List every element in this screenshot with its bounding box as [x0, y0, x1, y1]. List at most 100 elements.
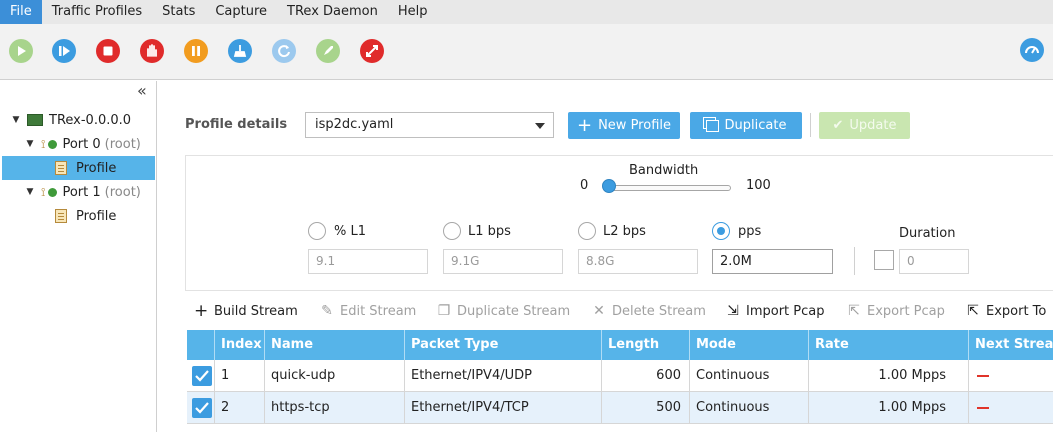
- tree-item-port0-profile[interactable]: Profile: [2, 156, 155, 180]
- delete-stream-button[interactable]: ✕ Delete Stream: [592, 299, 706, 323]
- cell-name: https-tcp: [265, 392, 405, 424]
- table-header: Index Name Packet Type Length Mode Rate …: [187, 330, 1053, 360]
- column-header-name[interactable]: Name: [265, 330, 405, 360]
- menu-capture[interactable]: Capture: [205, 0, 277, 24]
- reconnect-icon: [272, 39, 296, 63]
- column-header-packet-type[interactable]: Packet Type: [405, 330, 602, 360]
- cell-rate: 1.00 Mpps: [809, 360, 969, 392]
- edit-stream-button[interactable]: ✎ Edit Stream: [320, 299, 416, 323]
- dashboard-button[interactable]: [1020, 38, 1044, 62]
- menu-file[interactable]: File: [0, 0, 42, 24]
- column-header-next-stream[interactable]: Next Strea: [969, 330, 1053, 360]
- update-button[interactable]: ✔ Update: [819, 112, 910, 139]
- tree-item-port1[interactable]: ▼ ⟟ Port 1 (root): [0, 180, 155, 204]
- radio-l2-bps-label: L2 bps: [603, 224, 646, 239]
- stop-icon: [96, 39, 120, 63]
- cell-packet-type: Ethernet/IPV4/UDP: [405, 360, 602, 392]
- tree-item-port1-profile[interactable]: Profile: [0, 204, 155, 228]
- launch-button[interactable]: [316, 39, 340, 63]
- duration-label: Duration: [899, 226, 956, 241]
- expand-triangle-icon[interactable]: ▼: [25, 187, 35, 197]
- menu-bar: File Traffic Profiles Stats Capture TRex…: [0, 0, 1053, 24]
- duration-field[interactable]: 0: [899, 249, 969, 274]
- clear-button[interactable]: [228, 39, 252, 63]
- l1-percent-field[interactable]: 9.1: [308, 249, 428, 274]
- column-header-rate[interactable]: Rate: [809, 330, 969, 360]
- pause-icon: [184, 39, 208, 63]
- column-header-mode[interactable]: Mode: [690, 330, 809, 360]
- toolbar: [0, 24, 1053, 80]
- menu-help[interactable]: Help: [388, 0, 438, 24]
- collapse-panel-icon[interactable]: «: [137, 83, 153, 100]
- profile-icon: [55, 161, 67, 175]
- radio-l2-bps[interactable]: [578, 222, 596, 240]
- tree-item-trex[interactable]: ▼ TRex-0.0.0.0: [0, 108, 155, 132]
- export-pcap-button[interactable]: ⇱ Export Pcap: [847, 299, 945, 323]
- export-to-button[interactable]: ⇱ Export To: [966, 299, 1046, 323]
- radio-pps[interactable]: [712, 222, 730, 240]
- table-row[interactable]: 2 https-tcp Ethernet/IPV4/TCP 500 Contin…: [187, 392, 1053, 424]
- column-header-select: [187, 330, 215, 360]
- row-select-cell[interactable]: [187, 392, 215, 424]
- menu-traffic-profiles[interactable]: Traffic Profiles: [42, 0, 152, 24]
- duplicate-stream-button[interactable]: ❐ Duplicate Stream: [437, 299, 570, 323]
- duplicate-button[interactable]: Duplicate: [690, 112, 802, 139]
- new-profile-button[interactable]: + New Profile: [568, 112, 680, 139]
- plus-icon: +: [194, 301, 209, 321]
- bandwidth-slider[interactable]: [603, 185, 731, 191]
- expand-triangle-icon[interactable]: ▼: [11, 115, 21, 125]
- tree-item-label: Profile: [76, 208, 117, 224]
- column-header-index[interactable]: Index: [215, 330, 265, 360]
- table-row[interactable]: 1 quick-udp Ethernet/IPV4/UDP 600 Contin…: [187, 360, 1053, 392]
- cell-index: 1: [215, 360, 265, 392]
- disconnect-icon: [360, 39, 384, 63]
- row-checkbox[interactable]: [192, 366, 212, 386]
- export-icon: ⇱: [848, 303, 860, 319]
- step-button[interactable]: [52, 39, 76, 63]
- build-stream-label: Build Stream: [214, 303, 298, 319]
- menu-stats[interactable]: Stats: [152, 0, 205, 24]
- bandwidth-max: 100: [746, 178, 771, 193]
- row-select-cell[interactable]: [187, 360, 215, 392]
- force-stop-button[interactable]: [140, 39, 164, 63]
- menu-trex-daemon[interactable]: TRex Daemon: [277, 0, 388, 24]
- settings-separator: [854, 247, 855, 275]
- tree-item-port0[interactable]: ▼ ⟟ Port 0 (root): [0, 132, 155, 156]
- status-dot-icon: [48, 139, 58, 149]
- step-icon: [52, 39, 76, 63]
- l2-bps-field[interactable]: 8.8G: [578, 249, 698, 274]
- expand-triangle-icon[interactable]: ▼: [25, 139, 35, 149]
- stop-button[interactable]: [96, 39, 120, 63]
- row-checkbox[interactable]: [192, 398, 212, 418]
- tree-item-suffix: (root): [104, 136, 141, 152]
- tree-item-label: TRex-0.0.0.0: [49, 112, 132, 128]
- profile-panel: Profile details isp2dc.yaml + New Profil…: [163, 81, 1053, 432]
- column-header-length[interactable]: Length: [602, 330, 690, 360]
- edit-stream-label: Edit Stream: [340, 303, 417, 319]
- import-pcap-button[interactable]: ⇲ Import Pcap: [726, 299, 824, 323]
- bandwidth-min: 0: [580, 178, 589, 193]
- minus-icon: [977, 374, 989, 377]
- build-stream-button[interactable]: + Build Stream: [194, 299, 298, 323]
- tree-item-suffix: (root): [104, 184, 141, 200]
- tree-item-label: Profile: [76, 160, 117, 176]
- profile-select[interactable]: isp2dc.yaml: [305, 112, 554, 138]
- pause-button[interactable]: [184, 39, 208, 63]
- l1-bps-field[interactable]: 9.1G: [443, 249, 563, 274]
- bandwidth-label: Bandwidth: [629, 163, 699, 178]
- start-button[interactable]: [9, 39, 33, 63]
- export-pcap-label: Export Pcap: [867, 303, 945, 319]
- close-icon: ✕: [593, 303, 605, 319]
- tree-panel: « ▼ TRex-0.0.0.0 ▼ ⟟ Port 0 (root) Profi…: [0, 81, 157, 432]
- cell-rate: 1.00 Mpps: [809, 392, 969, 424]
- profile-select-value: isp2dc.yaml: [315, 117, 394, 132]
- disconnect-button[interactable]: [360, 39, 384, 63]
- radio-l1-bps[interactable]: [443, 222, 461, 240]
- radio-l1-bps-label: L1 bps: [468, 224, 511, 239]
- reconnect-button[interactable]: [272, 39, 296, 63]
- duration-checkbox[interactable]: [874, 250, 894, 270]
- radio-l1-percent[interactable]: [308, 222, 326, 240]
- status-dot-icon: [48, 187, 58, 197]
- pps-field[interactable]: 2.0M: [712, 249, 833, 274]
- chevron-down-icon: [535, 123, 545, 129]
